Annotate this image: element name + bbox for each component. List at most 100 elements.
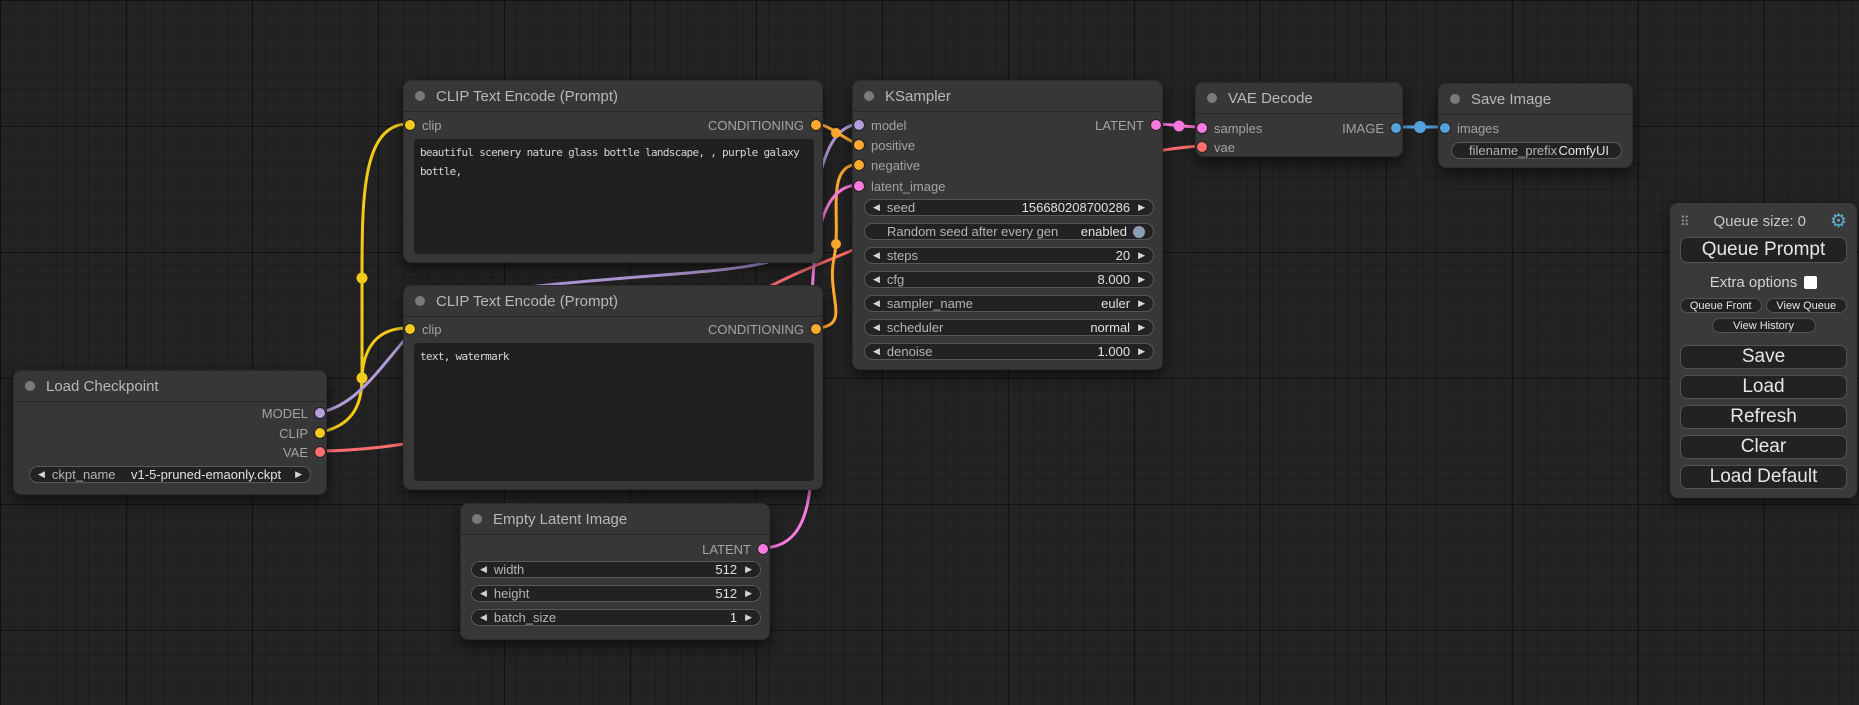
decrement-arrow-icon[interactable]: ◀ [38, 470, 45, 479]
output-port-dot-conditioning[interactable] [811, 324, 821, 334]
queue-panel: ⠿ Queue size: 0 ⚙ Queue Prompt Extra opt… [1670, 203, 1857, 498]
prompt-text-field[interactable]: text, watermark [414, 343, 814, 481]
save-button[interactable]: Save [1680, 345, 1847, 369]
link-midpoint-dot[interactable] [357, 373, 368, 384]
output-port-dot-clip[interactable] [315, 428, 325, 438]
node-title-bar: CLIP Text Encode (Prompt) [404, 286, 822, 317]
node-title-bar: VAE Decode [1196, 83, 1402, 114]
node-save-image[interactable]: Save Image images filename_prefix ComfyU… [1438, 83, 1633, 168]
collapse-dot[interactable] [415, 91, 425, 101]
load-button[interactable]: Load [1680, 375, 1847, 399]
scheduler-widget[interactable]: ◀ scheduler normal ▶ [864, 319, 1154, 336]
increment-arrow-icon[interactable]: ▶ [745, 589, 752, 598]
queue-panel-header: ⠿ Queue size: 0 ⚙ [1680, 211, 1847, 231]
output-port-row: CONDITIONING [404, 117, 822, 133]
decrement-arrow-icon[interactable]: ◀ [873, 275, 880, 284]
output-port-dot-vae[interactable] [315, 447, 325, 457]
decrement-arrow-icon[interactable]: ◀ [480, 565, 487, 574]
random-seed-widget[interactable]: Random seed after every gen enabled [864, 223, 1154, 240]
decrement-arrow-icon[interactable]: ◀ [873, 251, 880, 260]
output-port-row: VAE [14, 444, 326, 460]
sampler-name-widget[interactable]: ◀ sampler_name euler ▶ [864, 295, 1154, 312]
node-title-bar: KSampler [853, 81, 1162, 112]
steps-widget[interactable]: ◀ steps 20 ▶ [864, 247, 1154, 264]
ckpt-name-widget[interactable]: ◀ ckpt_name v1-5-pruned-emaonly.ckpt ▶ [29, 466, 311, 483]
node-title: Empty Latent Image [493, 511, 627, 528]
output-port-dot-latent[interactable] [1151, 120, 1161, 130]
node-graph-canvas[interactable]: Load Checkpoint MODEL CLIP VAE ◀ ckpt_na… [0, 0, 1859, 705]
output-port-row: CLIP [14, 425, 326, 441]
node-empty-latent-image[interactable]: Empty Latent Image LATENT ◀ width 512 ▶ … [460, 503, 770, 640]
extra-options-checkbox[interactable] [1804, 276, 1817, 289]
node-clip-text-encode-positive[interactable]: CLIP Text Encode (Prompt) clip CONDITION… [403, 80, 823, 263]
increment-arrow-icon[interactable]: ▶ [1138, 203, 1145, 212]
enabled-toggle[interactable] [1133, 226, 1145, 238]
output-port-row: LATENT [853, 117, 1162, 133]
node-vae-decode[interactable]: VAE Decode samples IMAGE vae [1195, 82, 1403, 157]
node-clip-text-encode-negative[interactable]: CLIP Text Encode (Prompt) clip CONDITION… [403, 285, 823, 490]
decrement-arrow-icon[interactable]: ◀ [873, 323, 880, 332]
increment-arrow-icon[interactable]: ▶ [1138, 299, 1145, 308]
widget-value: 1 [730, 610, 737, 625]
link-midpoint-dot[interactable] [1174, 121, 1185, 132]
output-port-dot-image[interactable] [1391, 123, 1401, 133]
output-port-dot-model[interactable] [315, 408, 325, 418]
height-widget[interactable]: ◀ height 512 ▶ [471, 585, 761, 602]
collapse-dot[interactable] [25, 381, 35, 391]
widget-label: sampler_name [887, 296, 973, 311]
view-history-button[interactable]: View History [1712, 318, 1816, 333]
output-port-dot-latent[interactable] [758, 544, 768, 554]
increment-arrow-icon[interactable]: ▶ [295, 470, 302, 479]
view-queue-button[interactable]: View Queue [1766, 298, 1848, 313]
node-load-checkpoint[interactable]: Load Checkpoint MODEL CLIP VAE ◀ ckpt_na… [13, 370, 327, 495]
widget-label: scheduler [887, 320, 943, 335]
increment-arrow-icon[interactable]: ▶ [1138, 251, 1145, 260]
widget-label: filename_prefix [1469, 143, 1557, 158]
node-title: Save Image [1471, 91, 1551, 108]
collapse-dot[interactable] [1450, 94, 1460, 104]
decrement-arrow-icon[interactable]: ◀ [480, 589, 487, 598]
denoise-widget[interactable]: ◀ denoise 1.000 ▶ [864, 343, 1154, 360]
decrement-arrow-icon[interactable]: ◀ [873, 299, 880, 308]
width-widget[interactable]: ◀ width 512 ▶ [471, 561, 761, 578]
increment-arrow-icon[interactable]: ▶ [1138, 275, 1145, 284]
drag-handle-icon[interactable]: ⠿ [1680, 215, 1690, 228]
input-port-dot-negative[interactable] [854, 160, 864, 170]
input-port-dot-latent-image[interactable] [854, 181, 864, 191]
link-midpoint-dot[interactable] [831, 128, 841, 138]
filename-prefix-widget[interactable]: filename_prefix ComfyUI [1451, 142, 1622, 159]
increment-arrow-icon[interactable]: ▶ [745, 613, 752, 622]
decrement-arrow-icon[interactable]: ◀ [873, 347, 880, 356]
decrement-arrow-icon[interactable]: ◀ [873, 203, 880, 212]
collapse-dot[interactable] [415, 296, 425, 306]
prompt-text-field[interactable]: beautiful scenery nature glass bottle la… [414, 139, 814, 254]
collapse-dot[interactable] [864, 91, 874, 101]
node-ksampler[interactable]: KSampler model LATENT positive negative … [852, 80, 1163, 370]
link-midpoint-dot[interactable] [1414, 121, 1426, 133]
output-port-label: LATENT [1095, 118, 1144, 133]
input-port-dot-images[interactable] [1440, 123, 1450, 133]
input-port-label: images [1457, 121, 1499, 136]
link-midpoint-dot[interactable] [831, 239, 841, 249]
clear-button[interactable]: Clear [1680, 435, 1847, 459]
collapse-dot[interactable] [1207, 93, 1217, 103]
cfg-widget[interactable]: ◀ cfg 8.000 ▶ [864, 271, 1154, 288]
load-default-button[interactable]: Load Default [1680, 465, 1847, 489]
increment-arrow-icon[interactable]: ▶ [745, 565, 752, 574]
input-port-dot-vae[interactable] [1197, 142, 1207, 152]
increment-arrow-icon[interactable]: ▶ [1138, 347, 1145, 356]
increment-arrow-icon[interactable]: ▶ [1138, 323, 1145, 332]
queue-prompt-button[interactable]: Queue Prompt [1680, 237, 1847, 263]
decrement-arrow-icon[interactable]: ◀ [480, 613, 487, 622]
input-port-dot-positive[interactable] [854, 140, 864, 150]
gear-icon[interactable]: ⚙ [1830, 212, 1847, 231]
widget-value: 512 [715, 586, 737, 601]
node-title: KSampler [885, 88, 951, 105]
link-midpoint-dot[interactable] [357, 273, 368, 284]
output-port-dot-conditioning[interactable] [811, 120, 821, 130]
refresh-button[interactable]: Refresh [1680, 405, 1847, 429]
seed-widget[interactable]: ◀ seed 156680208700286 ▶ [864, 199, 1154, 216]
collapse-dot[interactable] [472, 514, 482, 524]
queue-front-button[interactable]: Queue Front [1680, 298, 1762, 313]
batch-size-widget[interactable]: ◀ batch_size 1 ▶ [471, 609, 761, 626]
